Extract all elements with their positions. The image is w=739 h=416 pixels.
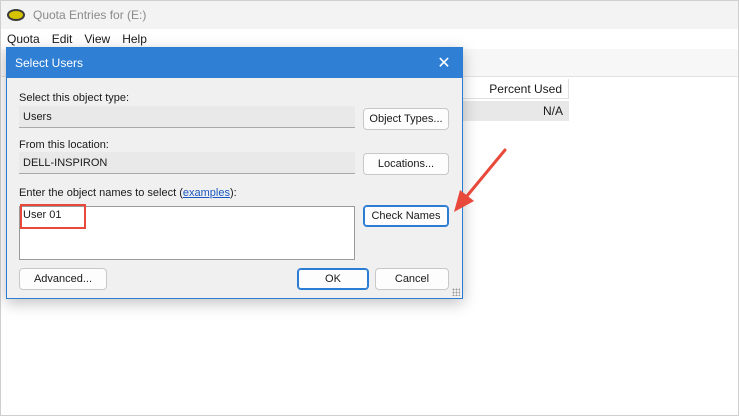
menu-view[interactable]: View: [78, 32, 116, 46]
menu-quota[interactable]: Quota: [1, 32, 46, 46]
examples-link[interactable]: examples: [183, 187, 230, 199]
quota-app-icon: [7, 9, 25, 21]
select-users-dialog: Select Users ✕ Select this object type: …: [6, 47, 463, 299]
annotation-arrow-icon: [454, 148, 507, 212]
menu-edit[interactable]: Edit: [46, 32, 79, 46]
dialog-title: Select Users: [15, 56, 84, 70]
table-cell-percent-used[interactable]: N/A: [463, 101, 569, 121]
check-names-button[interactable]: Check Names: [363, 205, 449, 227]
location-label: From this location:: [19, 139, 109, 151]
window-title: Quota Entries for (E:): [33, 8, 147, 22]
location-field: DELL-INSPIRON: [19, 152, 355, 174]
object-type-label: Select this object type:: [19, 92, 130, 104]
resize-grip[interactable]: [452, 288, 460, 296]
close-icon[interactable]: ✕: [432, 52, 456, 74]
menu-bar: Quota Edit View Help: [1, 29, 738, 49]
object-names-label-prefix: Enter the object names to select (: [19, 187, 183, 199]
locations-button[interactable]: Locations...: [363, 153, 449, 175]
menu-help[interactable]: Help: [116, 32, 153, 46]
dialog-titlebar: Select Users ✕: [7, 48, 462, 78]
object-type-field: Users: [19, 106, 355, 128]
ok-button[interactable]: OK: [297, 268, 369, 290]
cancel-button[interactable]: Cancel: [375, 268, 449, 290]
annotation-highlight-box: [20, 204, 86, 229]
object-names-label-suffix: ):: [229, 187, 237, 199]
object-names-label: Enter the object names to select (exampl…: [19, 187, 237, 199]
advanced-button[interactable]: Advanced...: [19, 268, 107, 290]
column-header-percent-used[interactable]: Percent Used: [463, 79, 569, 99]
window-titlebar: Quota Entries for (E:): [1, 1, 738, 29]
object-types-button[interactable]: Object Types...: [363, 108, 449, 130]
